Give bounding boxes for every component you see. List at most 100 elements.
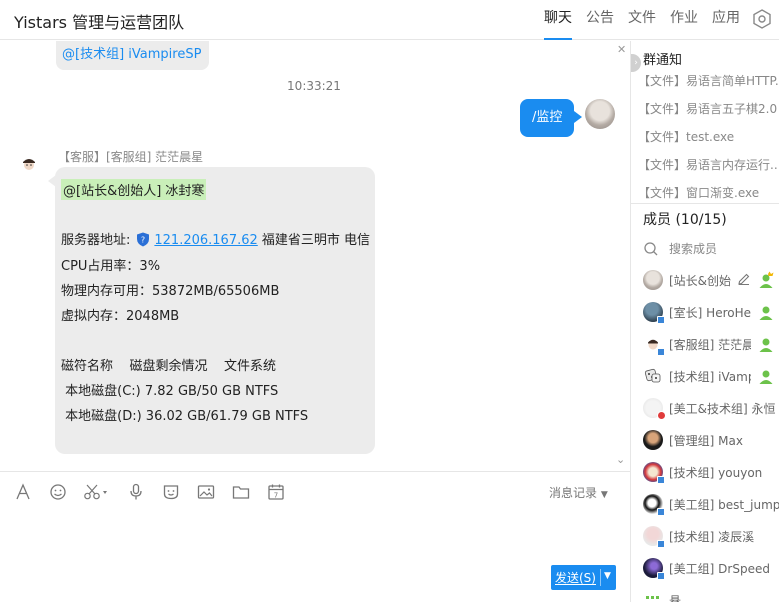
member-item[interactable]: [技术组] youyon [643, 462, 779, 484]
tab-homework[interactable]: 作业 [670, 0, 698, 40]
member-avatar [643, 366, 663, 386]
image-icon[interactable] [195, 481, 217, 503]
disk-d-row: 本地磁盘(D:) 36.02 GB/61.79 GB NTFS [61, 409, 309, 424]
send-divider [600, 569, 601, 586]
member-name: [美工&技术组] 永恒 [669, 401, 776, 416]
collapse-sidebar-icon[interactable]: › [631, 54, 641, 72]
edit-icon[interactable] [737, 272, 751, 286]
title-bar: Yistars 管理与运营团队 聊天 公告 文件 作业 应用 [0, 0, 779, 40]
tab-files[interactable]: 文件 [628, 0, 656, 40]
sticker-icon[interactable] [160, 481, 182, 503]
sidebar-divider [631, 203, 779, 204]
admin-icon [759, 306, 773, 320]
cpu-usage: CPU占用率：3% [61, 259, 161, 274]
my-message-bubble: /监控 [520, 99, 575, 137]
notice-title: 群通知 [643, 53, 683, 68]
member-avatar [643, 430, 663, 450]
message-history-button[interactable]: 消息记录 ▼ [549, 484, 608, 501]
tab-chat[interactable]: 聊天 [544, 0, 572, 40]
member-name: [美工组] best_jump [669, 497, 779, 512]
input-toolbar: 7 [12, 481, 300, 503]
send-label: 发送(S) [555, 571, 596, 585]
scissors-icon[interactable] [82, 481, 112, 503]
close-icon[interactable]: ✕ [617, 43, 626, 56]
member-item[interactable]: [站长&创始 [643, 270, 779, 290]
svg-text:?: ? [141, 236, 145, 245]
svg-text:7: 7 [274, 491, 278, 499]
search-members[interactable]: 搜索成员 [643, 240, 717, 257]
group-title: Yistars 管理与运营团队 [14, 13, 185, 32]
member-item[interactable]: [美工组] DrSpeed [643, 558, 779, 580]
sender-avatar[interactable] [17, 153, 39, 175]
member-item[interactable]: [管理组] Max [643, 430, 779, 450]
send-button[interactable]: 发送(S) ▼ [551, 565, 616, 590]
folder-icon[interactable] [230, 481, 252, 503]
server-address-label: 服务器地址: [61, 233, 131, 248]
input-divider [0, 471, 630, 472]
member-name: [客服组] 茫茫晨 [669, 337, 751, 352]
member-avatar [643, 558, 665, 580]
member-name: [室长] HeroHer [669, 305, 751, 320]
member-name: [管理组] Max [669, 433, 743, 448]
send-options-chevron-icon[interactable]: ▼ [604, 571, 611, 581]
member-item[interactable]: [技术组] iVamp [643, 366, 779, 386]
member-avatar [643, 462, 665, 484]
mention-tag[interactable]: @[站长&创始人] 冰封寒 [61, 179, 207, 200]
member-item[interactable]: [技术组] 凌辰溪 [643, 526, 779, 548]
member-name: [技术组] 凌辰溪 [669, 529, 755, 544]
member-item[interactable]: [美工&技术组] 永恒 [643, 398, 779, 420]
device-badge [657, 572, 665, 580]
member-avatar [643, 334, 665, 356]
notice-item[interactable]: 【文件】窗口渐变.exe [638, 184, 778, 201]
admin-icon [759, 370, 773, 384]
chat-message-area[interactable]: @[技术组] iVampireSP ✕ 10:33:21 /监控 【客服】[客服… [0, 41, 630, 471]
calendar-icon[interactable]: 7 [265, 481, 287, 503]
member-item[interactable]: [客服组] 茫茫晨 [643, 334, 779, 356]
emoji-icon[interactable] [47, 481, 69, 503]
previous-message-bubble: @[技术组] iVampireSP [56, 41, 210, 70]
disk-c-row: 本地磁盘(C:) 7.82 GB/50 GB NTFS [61, 384, 279, 399]
members-title: 成员 (10/15) [643, 212, 727, 228]
admin-icon [759, 338, 773, 352]
member-name: [美工组] DrSpeed [669, 561, 770, 576]
bubble-tail [574, 111, 582, 123]
device-badge [657, 316, 665, 324]
notice-item[interactable]: 【文件】易语言简单HTTP... [638, 72, 778, 89]
disk-table-header: 磁符名称 磁盘剩余情况 文件系统 [61, 359, 277, 374]
nav-tabs: 聊天 公告 文件 作业 应用 [544, 0, 754, 40]
scroll-bottom-icon[interactable]: ⌄ [616, 453, 625, 466]
member-avatar [643, 590, 663, 602]
notice-item[interactable]: 【文件】test.exe [638, 128, 778, 145]
notice-item[interactable]: 【文件】易语言内存运行... [638, 156, 778, 173]
shield-icon: ? [137, 232, 150, 247]
member-avatar [643, 302, 665, 324]
member-avatar [643, 526, 665, 548]
member-item[interactable]: [美工组] best_jump [643, 494, 779, 516]
owner-crown-icon [759, 271, 774, 288]
server-ip-link[interactable]: 121.206.167.62 [154, 233, 257, 248]
device-badge [657, 508, 665, 516]
member-item[interactable]: 悬 [643, 590, 779, 602]
tab-apps[interactable]: 应用 [712, 0, 740, 40]
member-item[interactable]: [室长] HeroHer [643, 302, 779, 324]
search-members-placeholder: 搜索成员 [669, 242, 718, 256]
group-sidebar: › 群通知 【文件】易语言简单HTTP... 【文件】易语言五子棋2.0... … [630, 41, 779, 602]
settings-hexagon-icon[interactable] [752, 9, 772, 29]
my-avatar[interactable] [585, 99, 615, 129]
notice-item[interactable]: 【文件】易语言五子棋2.0... [638, 100, 778, 117]
member-name: 悬 [669, 593, 682, 602]
memory-available: 物理内存可用：53872MB/65506MB [61, 284, 280, 299]
device-badge [657, 348, 665, 356]
member-name: [技术组] youyon [669, 465, 763, 480]
message-history-label: 消息记录 [549, 486, 598, 500]
monitor-message-bubble: @[站长&创始人] 冰封寒 服务器地址: ? 121.206.167.62 福建… [55, 167, 375, 454]
member-name: [站长&创始 [669, 273, 732, 288]
virtual-memory: 虚拟内存：2048MB [61, 309, 180, 324]
muted-badge [657, 411, 666, 420]
member-name: [技术组] iVamp [669, 369, 751, 384]
microphone-icon[interactable] [125, 481, 147, 503]
tab-announcement[interactable]: 公告 [586, 0, 614, 40]
message-timestamp: 10:33:21 [287, 79, 341, 93]
font-icon[interactable] [12, 481, 34, 503]
chevron-down-icon: ▼ [600, 490, 608, 500]
